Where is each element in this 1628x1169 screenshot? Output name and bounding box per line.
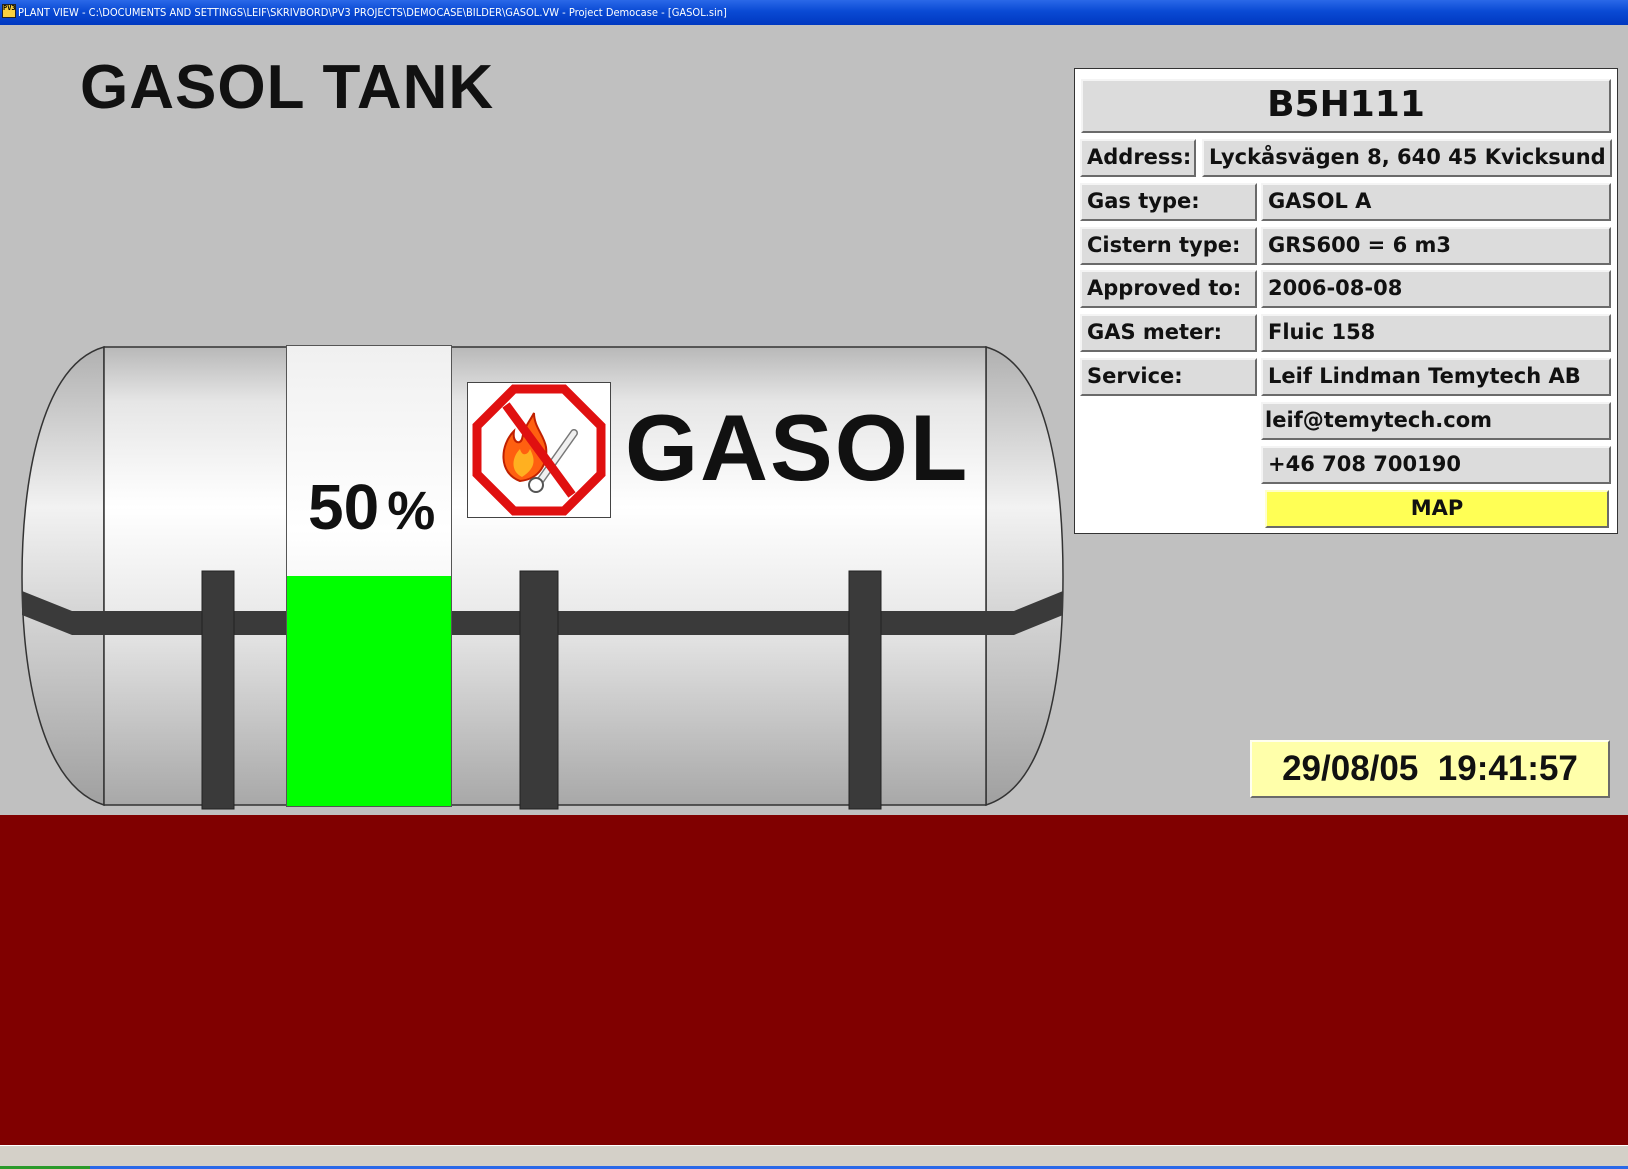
- service-label: Service:: [1080, 358, 1257, 396]
- cistern-type-value: GRS600 = 6 m3: [1261, 227, 1611, 265]
- ground-area: [0, 815, 1628, 1145]
- level-gauge: [286, 345, 452, 807]
- page-title: GASOL TANK: [80, 53, 495, 122]
- approved-value: 2006-08-08: [1261, 270, 1611, 308]
- gas-type-value: GASOL A: [1261, 183, 1611, 221]
- info-panel: B5H111 Address: Lyckåsvägen 8, 640 45 Kv…: [1074, 68, 1618, 534]
- app-icon[interactable]: PV3: [2, 4, 16, 18]
- level-readout: 50%: [308, 470, 435, 544]
- service-phone: +46 708 700190: [1261, 446, 1611, 484]
- tank-label: GASOL: [625, 395, 970, 500]
- service-email: leif@temytech.com: [1261, 402, 1611, 440]
- address-value: Lyckåsvägen 8, 640 45 Kvicksund: [1202, 139, 1612, 177]
- tank-strap-3: [848, 570, 882, 810]
- gas-type-label: Gas type:: [1080, 183, 1257, 221]
- level-fill-bar: [287, 576, 451, 806]
- datetime-display: 29/08/05 19:41:57: [1250, 740, 1610, 798]
- no-fire-icon: [467, 382, 611, 518]
- window-title: PLANT VIEW - C:\DOCUMENTS AND SETTINGS\L…: [18, 6, 727, 19]
- address-label: Address:: [1080, 139, 1196, 177]
- cistern-type-label: Cistern type:: [1080, 227, 1257, 265]
- tank-right-cap: [985, 346, 1064, 807]
- map-button[interactable]: MAP: [1265, 490, 1609, 528]
- level-value: 50: [308, 471, 380, 543]
- gas-meter-label: GAS meter:: [1080, 314, 1257, 352]
- window-titlebar[interactable]: PV3 PLANT VIEW - C:\DOCUMENTS AND SETTIN…: [0, 0, 1628, 25]
- tank-left-cap: [21, 346, 105, 807]
- service-value: Leif Lindman Temytech AB: [1261, 358, 1611, 396]
- level-unit: %: [387, 481, 436, 541]
- gas-meter-value: Fluic 158: [1261, 314, 1611, 352]
- tank-strap-1: [201, 570, 235, 810]
- approved-label: Approved to:: [1080, 270, 1257, 308]
- tank-id: B5H111: [1081, 79, 1611, 133]
- status-bar: [0, 1145, 1628, 1169]
- tank-strap-2: [519, 570, 559, 810]
